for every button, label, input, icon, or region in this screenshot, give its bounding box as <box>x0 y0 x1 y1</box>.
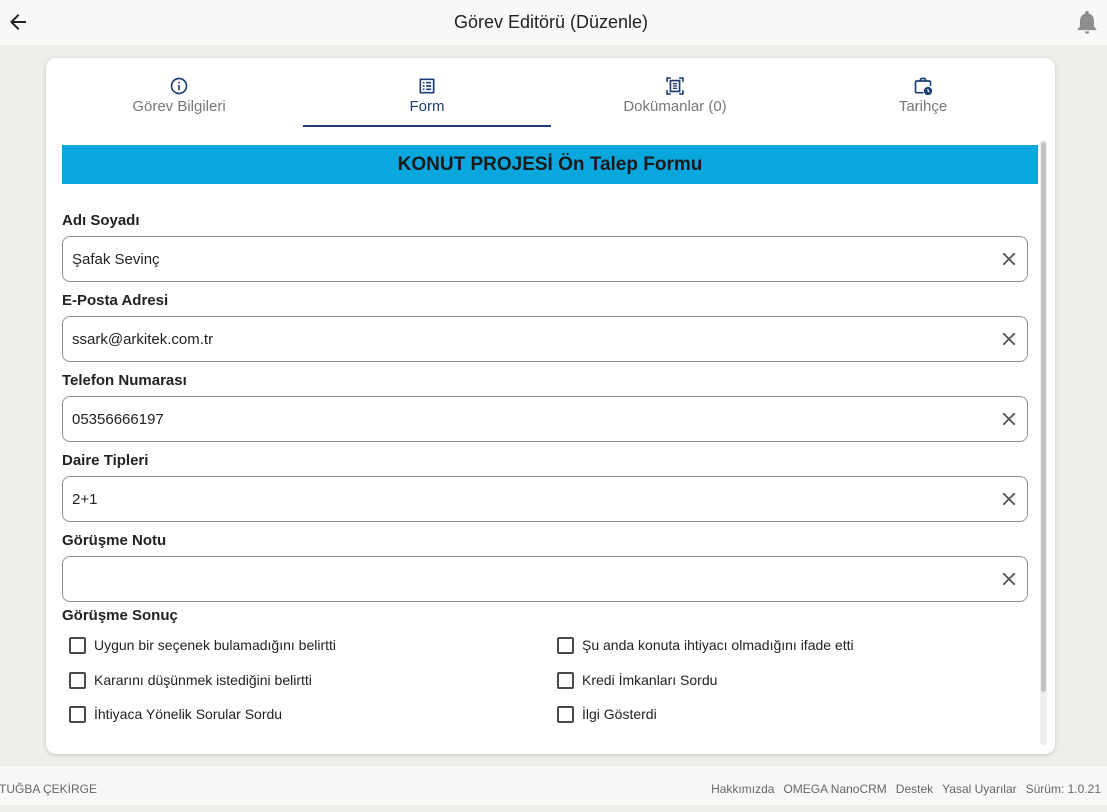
checkbox-option[interactable]: Kredi İmkanları Sordu <box>557 670 717 690</box>
current-user: TUĞBA ÇEKİRGE <box>0 782 98 796</box>
notifications-button[interactable] <box>1073 7 1101 37</box>
footer-link-product[interactable]: OMEGA NanoCRM <box>783 766 886 812</box>
checkbox-label: İlgi Gösterdi <box>582 706 657 722</box>
tab-underline <box>55 125 303 127</box>
meeting-note-input[interactable] <box>72 557 972 601</box>
email-field <box>62 316 1028 362</box>
apartment-types-input[interactable] <box>72 477 972 521</box>
top-bar: Görev Editörü (Düzenle) <box>0 0 1107 45</box>
tab-underline <box>303 125 551 127</box>
field-label-email: E-Posta Adresi <box>62 292 169 309</box>
briefcase-clock-icon <box>914 77 933 96</box>
email-input[interactable] <box>72 317 972 361</box>
field-label-meeting-note: Görüşme Notu <box>62 532 167 549</box>
meeting-note-field <box>62 556 1028 602</box>
checkbox-option[interactable]: Uygun bir seçenek bulamadığını belirtti <box>69 635 336 655</box>
close-icon[interactable] <box>998 248 1020 270</box>
checkbox[interactable] <box>69 705 86 723</box>
footer-link-about[interactable]: Hakkımızda <box>711 766 774 812</box>
tab-underline <box>799 125 1047 127</box>
close-icon[interactable] <box>998 488 1020 510</box>
footer-link-legal[interactable]: Yasal Uyarılar <box>942 766 1016 812</box>
close-icon[interactable] <box>998 328 1020 350</box>
checkbox-option[interactable]: İlgi Gösterdi <box>557 704 657 724</box>
tab-underline <box>551 125 799 127</box>
info-icon <box>170 77 188 95</box>
checkbox[interactable] <box>69 671 86 689</box>
checkbox-option[interactable]: Kararını düşünmek istediğini belirtti <box>69 670 312 690</box>
checkbox-option[interactable]: İhtiyaca Yönelik Sorular Sordu <box>69 704 282 724</box>
arrow-left-icon <box>10 14 26 30</box>
tab-label: Dokümanlar (0) <box>623 98 727 115</box>
close-icon[interactable] <box>998 408 1020 430</box>
scrollbar[interactable] <box>1040 140 1047 745</box>
list-icon <box>419 78 435 94</box>
page-title: Görev Editörü (Düzenle) <box>453 12 649 32</box>
checkbox-label: İhtiyaca Yönelik Sorular Sordu <box>94 706 283 722</box>
task-editor-card: Görev Bilgileri Form Dokümanlar (0) Tari… <box>46 58 1055 754</box>
close-icon[interactable] <box>998 568 1020 590</box>
checkbox-label: Kredi İmkanları Sordu <box>582 672 718 688</box>
document-scan-icon <box>666 77 684 95</box>
field-label-phone: Telefon Numarası <box>62 372 187 389</box>
field-label-name: Adı Soyadı <box>62 212 140 229</box>
tab-bar: Görev Bilgileri Form Dokümanlar (0) Tari… <box>55 58 1047 127</box>
footer-link-support[interactable]: Destek <box>896 766 933 812</box>
checkbox-option[interactable]: Şu anda konuta ihtiyacı olmadığını ifade… <box>557 635 854 655</box>
phone-field <box>62 396 1028 442</box>
field-label-meeting-result: Görüşme Sonuç <box>62 607 178 624</box>
footer: TUĞBA ÇEKİRGE Hakkımızda OMEGA NanoCRM D… <box>0 766 1107 805</box>
checkbox-label: Kararını düşünmek istediğini belirtti <box>94 672 312 688</box>
tab-label: Tarihçe <box>898 98 948 115</box>
checkbox[interactable] <box>557 705 574 723</box>
name-field <box>62 236 1028 282</box>
name-input[interactable] <box>72 237 972 281</box>
tab-documents[interactable]: Dokümanlar (0) <box>551 58 799 127</box>
checkbox[interactable] <box>557 671 574 689</box>
checkbox[interactable] <box>557 636 574 654</box>
checkbox-label: Uygun bir seçenek bulamadığını belirtti <box>94 637 337 653</box>
version-label: Sürüm: 1.0.21 <box>1025 782 1101 796</box>
phone-input[interactable] <box>72 397 972 441</box>
field-label-apartment-types: Daire Tipleri <box>62 452 149 469</box>
bell-icon <box>1077 10 1097 34</box>
tab-form[interactable]: Form <box>303 58 551 127</box>
tab-task-info[interactable]: Görev Bilgileri <box>55 58 303 127</box>
back-button[interactable] <box>6 10 30 34</box>
footer-links: Hakkımızda OMEGA NanoCRM Destek Yasal Uy… <box>711 766 1101 812</box>
checkbox[interactable] <box>69 636 86 654</box>
tab-label: Görev Bilgileri <box>132 98 226 115</box>
tab-history[interactable]: Tarihçe <box>799 58 1047 127</box>
tab-label: Form <box>409 98 445 115</box>
scrollbar-thumb[interactable] <box>1041 142 1046 692</box>
checkbox-label: Şu anda konuta ihtiyacı olmadığını ifade… <box>582 637 854 653</box>
form-title: KONUT PROJESİ Ön Talep Formu <box>62 145 1038 184</box>
apartment-types-field <box>62 476 1028 522</box>
